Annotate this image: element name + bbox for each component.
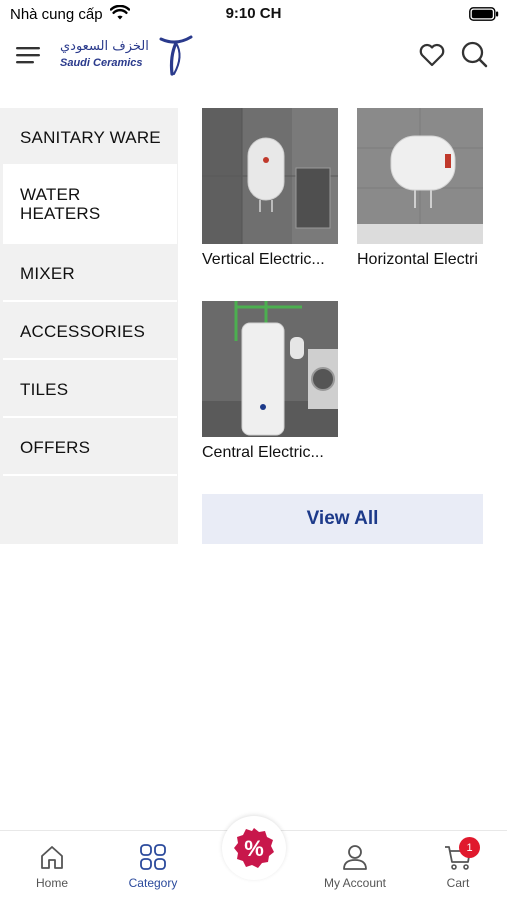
product-card-vertical-electric[interactable]: Vertical Electric... xyxy=(202,108,338,269)
sidebar-item-label: TILES xyxy=(20,379,69,399)
offers-symbol: % xyxy=(244,836,264,861)
sidebar-item-tiles[interactable]: TILES xyxy=(3,362,177,418)
product-name: Vertical Electric... xyxy=(202,251,325,268)
search-icon xyxy=(461,41,488,68)
tab-label: Home xyxy=(35,876,68,890)
offers-button[interactable]: % xyxy=(222,816,286,880)
category-grid-icon xyxy=(140,844,166,870)
tab-label: Category xyxy=(128,876,178,890)
logo-arabic-text: الخزف السعودي xyxy=(60,39,149,54)
sidebar-item-label: MIXER xyxy=(20,263,75,283)
sidebar-item-label: OFFERS xyxy=(20,437,91,457)
status-bar: Nhà cung cấp 9:10 CH xyxy=(0,0,507,30)
saudi-ceramics-logo[interactable]: الخزف السعودي Saudi Ceramics xyxy=(58,34,198,78)
sidebar-item-water-heaters[interactable]: WATER HEATERS xyxy=(3,166,177,244)
tab-category[interactable]: Category xyxy=(103,831,203,900)
app-header: الخزف السعودي Saudi Ceramics xyxy=(0,30,507,80)
tab-label: My Account xyxy=(323,876,387,890)
cart-count-badge: 1 xyxy=(459,837,480,858)
logo-mark-icon xyxy=(159,35,193,76)
tab-home[interactable]: Home xyxy=(2,831,102,900)
hamburger-icon xyxy=(16,47,40,64)
search-button[interactable] xyxy=(460,40,490,75)
product-name: Central Electric... xyxy=(202,444,324,461)
battery-icon xyxy=(469,7,499,26)
tab-cart[interactable]: Cart xyxy=(408,831,507,900)
product-image xyxy=(202,108,338,244)
sidebar-item-offers[interactable]: OFFERS xyxy=(3,420,177,476)
sidebar-item-label: ACCESSORIES xyxy=(20,321,146,341)
sidebar-item-mixer[interactable]: MIXER xyxy=(3,246,177,302)
tab-label: Cart xyxy=(446,876,470,890)
sidebar-item-label: WATER HEATERS xyxy=(20,185,101,223)
tab-my-account[interactable]: My Account xyxy=(305,831,405,900)
product-image xyxy=(357,108,483,244)
home-icon xyxy=(41,846,63,869)
view-all-button[interactable]: View All xyxy=(202,494,483,544)
sidebar-item-label: SANITARY WARE xyxy=(20,127,161,147)
menu-button[interactable] xyxy=(14,44,42,66)
wishlist-button[interactable] xyxy=(418,42,446,73)
logo-english-text: Saudi Ceramics xyxy=(60,57,143,69)
sidebar-item-sanitary-ware[interactable]: SANITARY WARE xyxy=(3,110,177,166)
heart-icon xyxy=(419,43,445,67)
product-card-central-electric[interactable]: Central Electric... xyxy=(202,301,338,462)
user-icon xyxy=(343,845,367,870)
product-card-horizontal-electric[interactable]: Horizontal Electri xyxy=(357,108,483,269)
discount-badge-icon: % xyxy=(234,828,274,868)
product-image xyxy=(202,301,338,437)
product-name: Horizontal Electri xyxy=(357,251,478,268)
clock: 9:10 CH xyxy=(225,5,282,22)
sidebar-item-accessories[interactable]: ACCESSORIES xyxy=(3,304,177,360)
